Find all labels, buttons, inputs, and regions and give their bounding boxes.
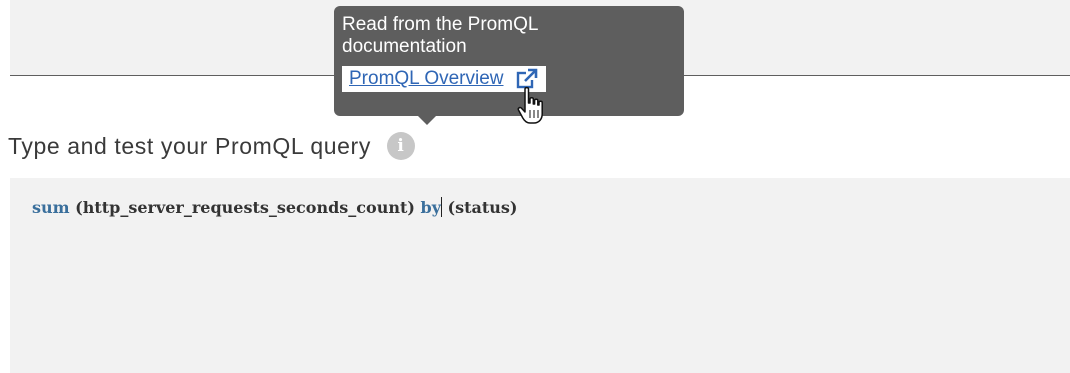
info-icon[interactable]: i <box>386 132 415 160</box>
query-heading: Type and test your PromQL query i <box>8 128 415 164</box>
code-keyword-by: by <box>420 198 441 217</box>
code-function-sum: sum <box>32 198 70 217</box>
promql-overview-link[interactable]: PromQL Overview <box>349 69 504 89</box>
code-group-args: (status) <box>441 198 518 217</box>
query-heading-label: Type and test your PromQL query <box>8 132 371 159</box>
info-glyph: i <box>397 135 405 156</box>
tooltip-link-box: PromQL Overview <box>342 66 546 92</box>
query-editor[interactable]: sum (http_server_requests_seconds_count)… <box>10 178 1070 373</box>
promql-doc-tooltip: Read from the PromQL documentation PromQ… <box>334 6 684 125</box>
tooltip-text: Read from the PromQL documentation <box>342 14 538 57</box>
tooltip-arrow <box>418 116 436 125</box>
query-code-line[interactable]: sum (http_server_requests_seconds_count)… <box>32 197 518 217</box>
code-metric-args: (http_server_requests_seconds_count) <box>69 198 421 217</box>
promql-query-panel: Type and test your PromQL query i sum (h… <box>0 0 1070 373</box>
hand-pointer-icon <box>517 86 543 124</box>
